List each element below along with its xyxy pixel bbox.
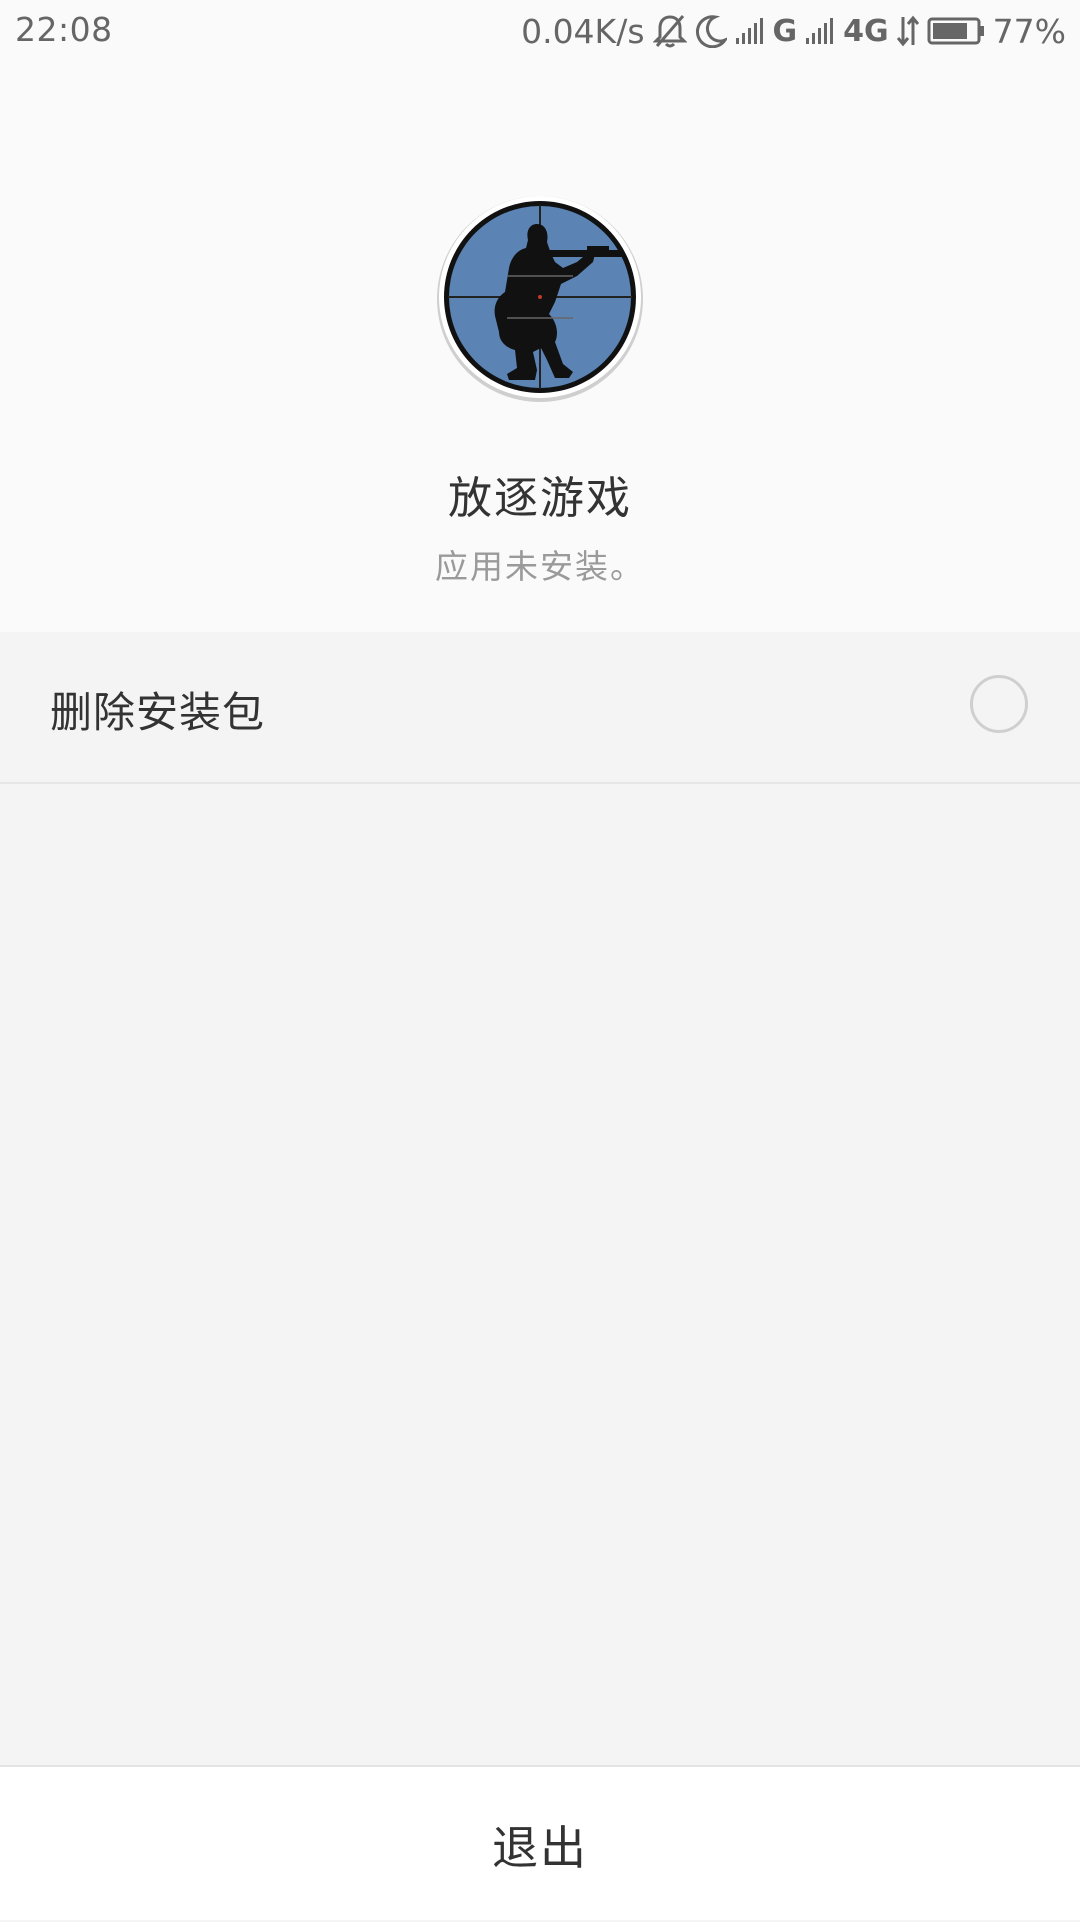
status-time: 22:08 [15,10,113,49]
app-name: 放逐游戏 [448,473,632,524]
data-arrows-icon [896,15,919,47]
app-info-header: 放逐游戏 应用未安装。 [0,62,1080,632]
status-icons: 0.04K/s G 4G 77% [521,8,1066,54]
network-speed: 0.04K/s [521,11,645,51]
exit-button[interactable]: 退出 [0,1767,1080,1922]
delete-package-label: 删除安装包 [50,688,266,737]
sniper-scope-icon [437,192,647,402]
signal-icon [805,16,835,46]
battery-icon [927,16,985,46]
battery-percent: 77% [992,11,1066,51]
delete-package-radio[interactable] [970,675,1028,733]
delete-package-option[interactable]: 删除安装包 [0,632,1080,784]
mute-bell-icon [652,13,687,49]
signal-icon [735,16,765,46]
bottom-bar: 退出 [0,1765,1080,1920]
sim1-network-type: G [772,13,798,49]
moon-icon [695,14,727,48]
sim2-network-type: 4G [843,13,889,49]
status-bar: 22:08 0.04K/s G 4G 77% [0,0,1080,62]
app-install-status: 应用未安装。 [435,547,645,586]
